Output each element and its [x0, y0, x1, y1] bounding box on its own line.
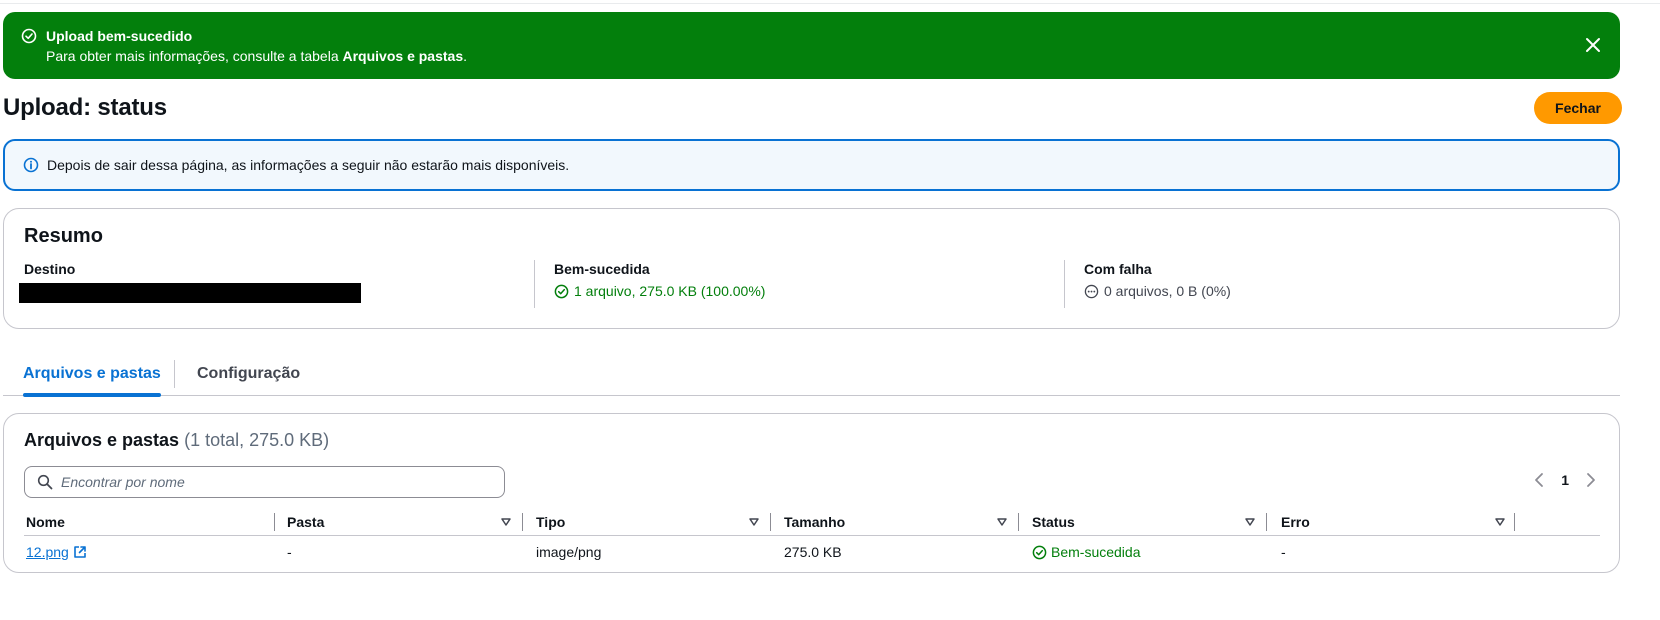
sort-caret-icon[interactable]: [996, 516, 1008, 528]
tab-bar: Arquivos e pastas Configuração: [3, 352, 1620, 397]
next-page-button[interactable]: [1583, 470, 1599, 490]
flash-message-prefix: Para obter mais informações, consulte a …: [46, 48, 343, 64]
column-header-error[interactable]: Erro: [1281, 510, 1310, 534]
column-resizer[interactable]: [1514, 513, 1515, 531]
table-header: Nome Pasta Tipo Tamanho Status Erro: [24, 510, 1600, 536]
cell-error: -: [1281, 544, 1286, 560]
summary-success: Bem-sucedida 1 arquivo, 275.0 KB (100.00…: [554, 261, 765, 299]
tab-files-and-folders[interactable]: Arquivos e pastas: [23, 352, 161, 397]
summary-title: Resumo: [24, 225, 103, 247]
column-label: Erro: [1281, 514, 1310, 530]
cell-type: image/png: [536, 544, 602, 560]
files-title-text: Arquivos e pastas: [24, 430, 180, 450]
info-alert-text: Depois de sair dessa página, as informaç…: [47, 157, 570, 173]
flash-message-suffix: .: [463, 48, 467, 64]
top-border: [0, 3, 1660, 4]
failed-value: 0 arquivos, 0 B (0%): [1084, 283, 1231, 299]
search-input[interactable]: [61, 472, 491, 492]
success-value-text: 1 arquivo, 275.0 KB (100.00%): [574, 283, 766, 299]
info-alert: Depois de sair dessa página, as informaç…: [3, 139, 1620, 191]
table-row: 12.png - image/png 275.0 KB Bem-sucedida…: [24, 538, 1600, 568]
summary-destination: Destino: [19, 261, 361, 303]
summary-divider: [1064, 260, 1065, 308]
close-button[interactable]: Fechar: [1534, 92, 1622, 124]
cell-folder: -: [287, 544, 292, 560]
external-link-icon[interactable]: [73, 545, 87, 559]
search-icon: [37, 474, 53, 490]
flash-title: Upload bem-sucedido: [46, 28, 193, 44]
sort-caret-icon[interactable]: [1494, 516, 1506, 528]
check-circle-icon: [554, 284, 569, 298]
column-resizer[interactable]: [274, 513, 275, 531]
column-resizer[interactable]: [770, 513, 771, 531]
tab-divider: [174, 360, 175, 388]
close-icon[interactable]: [1584, 36, 1602, 54]
failed-label: Com falha: [1084, 261, 1152, 277]
column-resizer[interactable]: [1266, 513, 1267, 531]
column-label: Tipo: [536, 514, 566, 530]
check-circle-icon: [21, 28, 37, 44]
chevron-right-icon: [1587, 473, 1595, 487]
destination-label: Destino: [24, 261, 76, 277]
pending-circle-icon: [1084, 284, 1099, 298]
column-resizer[interactable]: [1018, 513, 1019, 531]
cell-size: 275.0 KB: [784, 544, 842, 560]
summary-divider: [534, 260, 535, 308]
flash-message-link: Arquivos e pastas: [342, 48, 464, 64]
info-icon: [23, 157, 39, 173]
column-label: Tamanho: [784, 514, 846, 530]
files-container: Arquivos e pastas (1 total, 275.0 KB) 1 …: [3, 413, 1620, 573]
flash-message: Para obter mais informações, consulte a …: [46, 48, 467, 64]
sort-caret-icon[interactable]: [748, 516, 760, 528]
page-title: Upload: status: [3, 94, 167, 121]
column-label: Nome: [26, 514, 65, 530]
chevron-left-icon: [1535, 473, 1544, 487]
success-flash-banner: Upload bem-sucedido Para obter mais info…: [3, 12, 1620, 79]
pagination: 1: [1531, 470, 1599, 490]
column-label: Pasta: [287, 514, 325, 530]
cell-name: 12.png: [26, 544, 87, 560]
column-header-size[interactable]: Tamanho: [784, 510, 845, 534]
files-title: Arquivos e pastas (1 total, 275.0 KB): [24, 430, 329, 451]
column-resizer[interactable]: [522, 513, 523, 531]
column-header-status[interactable]: Status: [1032, 510, 1075, 534]
column-label: Status: [1032, 514, 1075, 530]
failed-value-text: 0 arquivos, 0 B (0%): [1104, 283, 1231, 299]
cell-status: Bem-sucedida: [1032, 544, 1141, 560]
status-text: Bem-sucedida: [1051, 544, 1141, 560]
previous-page-button[interactable]: [1531, 470, 1547, 490]
summary-container: Resumo Destino Bem-sucedida 1 arquivo, 2…: [3, 208, 1620, 329]
sort-caret-icon[interactable]: [500, 516, 512, 528]
file-name-link[interactable]: 12.png: [26, 544, 69, 560]
success-value: 1 arquivo, 275.0 KB (100.00%): [554, 283, 765, 299]
tab-configuration[interactable]: Configuração: [197, 352, 300, 395]
redacted-destination-value: [19, 283, 361, 303]
search-field[interactable]: [24, 466, 505, 498]
summary-failed: Com falha 0 arquivos, 0 B (0%): [1084, 261, 1231, 299]
column-header-folder[interactable]: Pasta: [287, 510, 324, 534]
success-label: Bem-sucedida: [554, 261, 650, 277]
column-header-type[interactable]: Tipo: [536, 510, 565, 534]
column-header-name[interactable]: Nome: [26, 510, 65, 534]
check-circle-icon: [1032, 545, 1047, 559]
files-count: (1 total, 275.0 KB): [184, 430, 330, 450]
sort-caret-icon[interactable]: [1244, 516, 1256, 528]
page-number[interactable]: 1: [1557, 472, 1573, 488]
